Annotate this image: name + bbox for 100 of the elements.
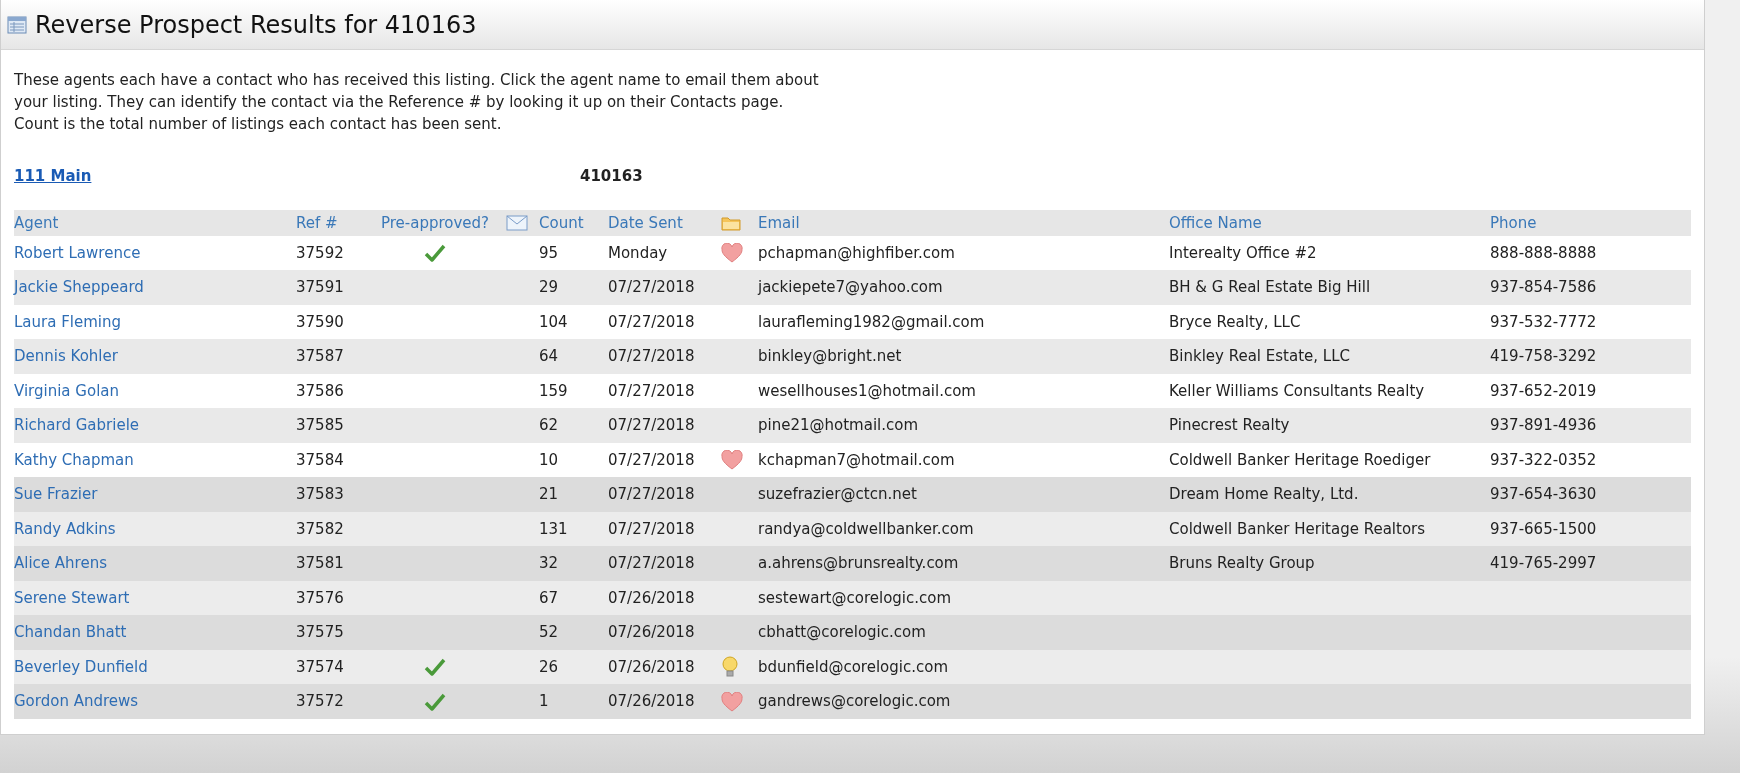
agent-link[interactable]: Gordon Andrews xyxy=(14,692,139,711)
column-header[interactable]: Agent xyxy=(14,213,59,232)
agent-link[interactable]: Kathy Chapman xyxy=(14,450,134,469)
count-value: 26 xyxy=(539,657,559,676)
agent-link[interactable]: Dennis Kohler xyxy=(14,347,118,366)
email-address: jackiepete7@yahoo.com xyxy=(758,278,943,297)
agent-link[interactable]: Laura Fleming xyxy=(14,312,121,331)
agent-link[interactable]: Serene Stewart xyxy=(14,588,130,607)
date-sent: 07/27/2018 xyxy=(608,485,695,504)
listing-number: 410163 xyxy=(580,166,643,188)
email-address: pchapman@highfiber.com xyxy=(758,243,955,262)
email-address: suzefrazier@ctcn.net xyxy=(758,485,917,504)
panel-title: Reverse Prospect Results for 410163 xyxy=(35,9,477,41)
ref-number: 37591 xyxy=(296,278,344,297)
office-name: Binkley Real Estate, LLC xyxy=(1169,347,1350,366)
ref-number: 37575 xyxy=(296,623,344,642)
phone-number: 888-888-8888 xyxy=(1490,243,1597,262)
ref-number: 37576 xyxy=(296,588,344,607)
date-sent: 07/26/2018 xyxy=(608,692,695,711)
agent-link[interactable]: Beverley Dunfield xyxy=(14,657,148,676)
count-value: 52 xyxy=(539,623,559,642)
phone-number: 937-854-7586 xyxy=(1490,278,1597,297)
count-value: 21 xyxy=(539,485,559,504)
date-sent: 07/27/2018 xyxy=(608,312,695,331)
phone-number: 937-891-4936 xyxy=(1490,416,1597,435)
column-header[interactable]: Email xyxy=(758,213,800,232)
count-value: 29 xyxy=(539,278,559,297)
ref-number: 37582 xyxy=(296,519,344,538)
date-sent: 07/27/2018 xyxy=(608,519,695,538)
date-sent: 07/27/2018 xyxy=(608,554,695,573)
email-address: a.ahrens@brunsrealty.com xyxy=(758,554,959,573)
column-header[interactable]: Phone xyxy=(1490,213,1537,232)
agent-link[interactable]: Richard Gabriele xyxy=(14,416,140,435)
phone-number: 937-665-1500 xyxy=(1490,519,1597,538)
office-name: Bruns Realty Group xyxy=(1169,554,1315,573)
ref-number: 37581 xyxy=(296,554,344,573)
intro-text: These agents each have a contact who has received this listing. Click the agent name to email them about your listing. They can identify the contact via the Reference # by looking it up on their Contacts page. Count is the total number of listings each contact has been sent. xyxy=(13,70,820,135)
date-sent: 07/26/2018 xyxy=(608,623,695,642)
email-address: sestewart@corelogic.com xyxy=(758,588,952,607)
email-address: laurafleming1982@gmail.com xyxy=(758,312,985,331)
office-name: Bryce Realty, LLC xyxy=(1169,312,1301,331)
email-address: binkley@bright.net xyxy=(758,347,902,366)
folder-icon xyxy=(721,215,741,231)
agent-link[interactable]: Randy Adkins xyxy=(14,519,116,538)
count-value: 10 xyxy=(539,450,559,469)
count-value: 95 xyxy=(539,243,559,262)
email-address: bdunfield@corelogic.com xyxy=(758,657,948,676)
count-value: 131 xyxy=(539,519,568,538)
table-icon xyxy=(7,14,27,35)
office-name: Keller Williams Consultants Realty xyxy=(1169,381,1425,400)
count-value: 67 xyxy=(539,588,559,607)
phone-number: 937-652-2019 xyxy=(1490,381,1597,400)
email-address: kchapman7@hotmail.com xyxy=(758,450,955,469)
office-name: BH & G Real Estate Big Hill xyxy=(1169,278,1371,297)
ref-number: 37585 xyxy=(296,416,344,435)
office-name: Dream Home Realty, Ltd. xyxy=(1169,485,1359,504)
email-address: randya@coldwellbanker.com xyxy=(758,519,974,538)
email-address: gandrews@corelogic.com xyxy=(758,692,951,711)
office-name: Coldwell Banker Heritage Realtors xyxy=(1169,519,1426,538)
ref-number: 37592 xyxy=(296,243,344,262)
phone-number: 937-532-7772 xyxy=(1490,312,1597,331)
count-value: 159 xyxy=(539,381,568,400)
agent-link[interactable]: Sue Frazier xyxy=(14,485,98,504)
agent-link[interactable]: Robert Lawrence xyxy=(14,243,141,262)
ref-number: 37590 xyxy=(296,312,344,331)
agent-link[interactable]: Chandan Bhatt xyxy=(14,623,127,642)
agent-link[interactable]: Jackie Sheppeard xyxy=(14,278,144,297)
count-value: 64 xyxy=(539,347,559,366)
agent-link[interactable]: Alice Ahrens xyxy=(14,554,107,573)
envelope-icon xyxy=(506,215,528,231)
date-sent: Monday xyxy=(608,243,668,262)
phone-number: 937-322-0352 xyxy=(1490,450,1597,469)
ref-number: 37572 xyxy=(296,692,344,711)
ref-number: 37583 xyxy=(296,485,344,504)
ref-number: 37587 xyxy=(296,347,344,366)
ref-number: 37584 xyxy=(296,450,344,469)
date-sent: 07/26/2018 xyxy=(608,657,695,676)
email-address: pine21@hotmail.com xyxy=(758,416,919,435)
date-sent: 07/27/2018 xyxy=(608,416,695,435)
date-sent: 07/27/2018 xyxy=(608,278,695,297)
date-sent: 07/26/2018 xyxy=(608,588,695,607)
office-name: Coldwell Banker Heritage Roediger xyxy=(1169,450,1431,469)
listing-link[interactable]: 111 Main xyxy=(14,165,580,188)
email-address: cbhatt@corelogic.com xyxy=(758,623,926,642)
phone-number: 419-758-3292 xyxy=(1490,347,1597,366)
count-value: 32 xyxy=(539,554,559,573)
email-address: wesellhouses1@hotmail.com xyxy=(758,381,976,400)
count-value: 104 xyxy=(539,312,568,331)
phone-number: 419-765-2997 xyxy=(1490,554,1597,573)
office-name: Interealty Office #2 xyxy=(1169,243,1317,262)
agent-link[interactable]: Virginia Golan xyxy=(14,381,119,400)
count-value: 62 xyxy=(539,416,559,435)
phone-number: 937-654-3630 xyxy=(1490,485,1597,504)
office-name: Pinecrest Realty xyxy=(1169,416,1290,435)
date-sent: 07/27/2018 xyxy=(608,347,695,366)
count-value: 1 xyxy=(539,692,549,711)
date-sent: 07/27/2018 xyxy=(608,450,695,469)
date-sent: 07/27/2018 xyxy=(608,381,695,400)
ref-number: 37574 xyxy=(296,657,344,676)
ref-number: 37586 xyxy=(296,381,344,400)
